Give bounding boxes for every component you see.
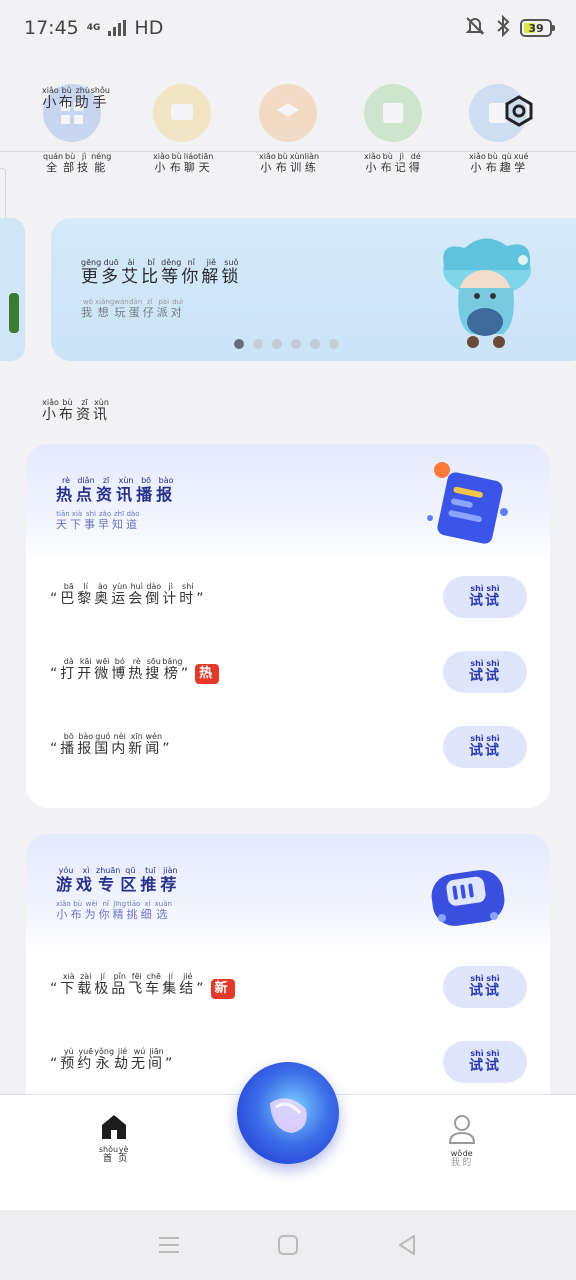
banner-dot[interactable]	[329, 339, 339, 349]
news-card: 热rè点diǎn资zī讯xùn播bō报bào 天tiān下xià事shì早zǎo…	[26, 444, 550, 808]
news-item: “播bō报bào国guó内nèi新xīn闻wén” 试shì 试shì	[50, 726, 527, 770]
voice-assistant-button[interactable]	[237, 1062, 339, 1164]
home-icon	[102, 1115, 126, 1139]
try-button[interactable]: 试shì 试shì	[443, 1041, 527, 1083]
item-badge: 热	[195, 664, 220, 684]
status-right: 39	[464, 14, 555, 41]
banner-dot[interactable]	[272, 339, 282, 349]
skill-label-fun[interactable]: 小xiǎo布bù趣qù学xué	[469, 152, 529, 175]
game-item: “下xià载zài极jí品pǐn飞fēi车chē集jí结jié” 新 试shì 试sh…	[50, 966, 527, 1010]
back-icon[interactable]	[396, 1234, 418, 1256]
news-item: “巴bā黎lí奥ào运yùn会huì倒dào计jì时shí” 试shì 试shì	[50, 576, 527, 620]
nav-home[interactable]: 首shǒu页yè	[92, 1113, 136, 1164]
try-button[interactable]: 试shì 试shì	[443, 726, 527, 768]
skill-notes[interactable]	[358, 84, 428, 154]
item-text: “打dǎ开kāi微wēi博bó热rè搜sōu榜bǎng” 热	[50, 657, 220, 684]
banner-dot[interactable]	[253, 339, 263, 349]
gamepad-icon	[431, 870, 505, 926]
nav-home-label: 首shǒu页yè	[98, 1145, 130, 1164]
header: 小xiǎo布bù助zhù手shǒu	[0, 70, 576, 152]
banner-dot[interactable]	[291, 339, 301, 349]
try-button[interactable]: 试shì 试shì	[443, 966, 527, 1008]
banner-dot[interactable]	[234, 339, 244, 349]
news-card-title: 热rè点diǎn资zī讯xùn播bō报bào	[56, 476, 177, 504]
settings-button[interactable]	[502, 94, 536, 128]
banner-subtitle: 我wǒ想xiǎng玩wán蛋dàn仔zǐ派pài对duì	[81, 298, 185, 319]
banner-title: 更gēng多duō艾ài比bǐ等děng你nǐ解jiě锁suǒ	[81, 258, 242, 287]
hd-indicator: HD	[134, 17, 164, 39]
status-time: 17:45	[24, 17, 79, 39]
skill-label-all[interactable]: 全quán部bù技jì能néng	[43, 152, 111, 175]
layers-icon	[259, 84, 317, 142]
page-title: 小xiǎo布bù助zhù手shǒu	[42, 86, 110, 111]
network-type: 4G	[86, 23, 101, 33]
game-card-title: 游yóu戏xì专zhuān区qū推tuī荐jiàn	[56, 866, 181, 894]
banner-prev-card[interactable]	[0, 218, 25, 361]
section-title: 小xiǎo布bù资zī讯xùn	[42, 398, 110, 423]
signal-icon	[108, 20, 127, 36]
settings-hexagon-icon	[505, 95, 533, 127]
news-scroll-icon	[427, 462, 508, 544]
bluetooth-icon	[496, 14, 510, 41]
assistant-orb-icon	[270, 1098, 307, 1133]
game-card-subtitle: 小xiǎo布bù为wèi你nǐ精jīng挑tiāo细xì选xuǎn	[56, 900, 172, 921]
system-nav-bar	[0, 1210, 576, 1280]
status-bar: 17:45 4G HD 39	[0, 0, 576, 56]
item-badge: 新	[210, 979, 235, 999]
skill-label-notes[interactable]: 小xiǎo布bù记jì得dé	[364, 152, 423, 175]
mute-icon	[464, 15, 486, 41]
item-text: “播bō报bào国guó内nèi新xīn闻wén”	[50, 732, 173, 757]
chat-icon	[153, 84, 211, 142]
news-card-subtitle: 天tiān下xià事shì早zǎo知zhī道dào	[56, 510, 140, 531]
banner-dot[interactable]	[310, 339, 320, 349]
skill-label-train[interactable]: 小xiǎo布bù训xùn练liàn	[259, 152, 319, 175]
status-left: 17:45 4G HD	[24, 17, 163, 39]
banner-dots[interactable]	[234, 339, 339, 349]
battery-icon: 39	[520, 19, 555, 37]
item-text: “巴bā黎lí奥ào运yùn会huì倒dào计jì时shí”	[50, 582, 207, 607]
try-button[interactable]: 试shì 试shì	[443, 651, 527, 693]
item-text: “预yù约yuē永yǒng劫jié无wú间jiān”	[50, 1047, 176, 1072]
skill-label-chat[interactable]: 小xiǎo布bù聊liáo天tiān	[153, 152, 213, 175]
try-button[interactable]: 试shì 试shì	[443, 576, 527, 618]
profile-icon	[448, 1115, 476, 1144]
skill-train[interactable]	[253, 84, 323, 154]
list-icon	[364, 84, 422, 142]
mascot-image	[443, 238, 531, 348]
nav-profile-label: 我wǒ的de	[450, 1149, 474, 1168]
item-text: “下xià载zài极jí品pǐn飞fēi车chē集jí结jié” 新	[50, 972, 235, 999]
unlock-banner[interactable]: 更gēng多duō艾ài比bǐ等děng你nǐ解jiě锁suǒ 我wǒ想xiǎn…	[51, 218, 576, 361]
news-item: “打dǎ开kāi微wēi博bó热rè搜sōu榜bǎng” 热 试shì 试shì	[50, 651, 527, 695]
skill-chat[interactable]	[147, 84, 217, 154]
home-square-icon[interactable]	[277, 1234, 299, 1256]
nav-profile[interactable]: 我wǒ的de	[440, 1113, 484, 1168]
menu-icon[interactable]	[158, 1235, 180, 1255]
